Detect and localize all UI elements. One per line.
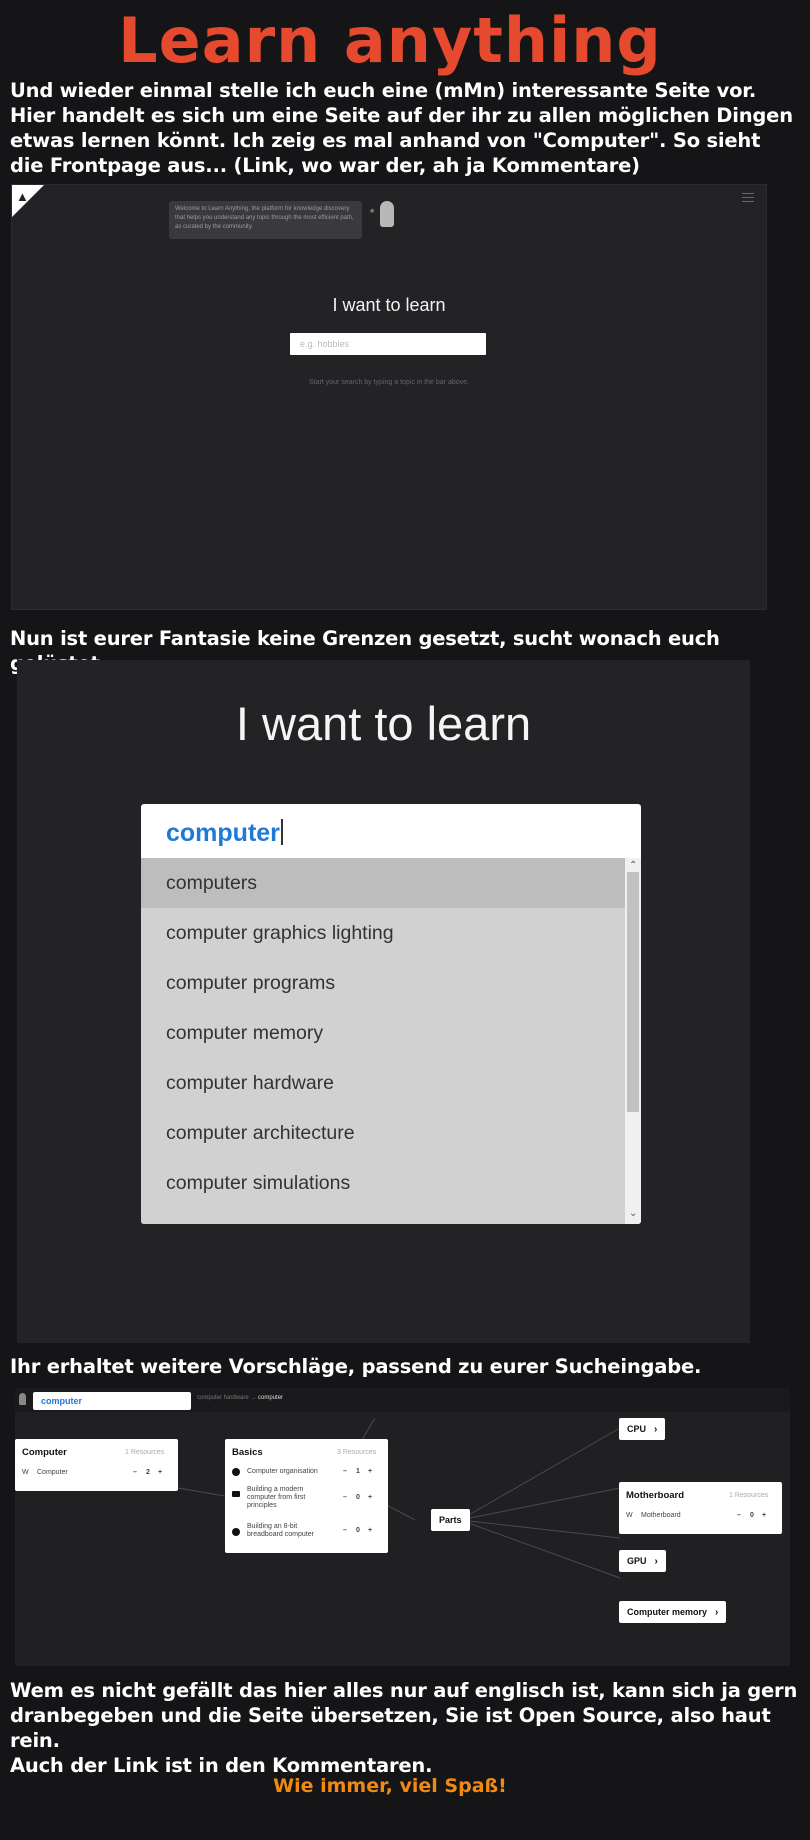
- intro-line: Und wieder einmal stelle ich euch eine (…: [10, 79, 757, 102]
- play-icon: [232, 1468, 240, 1476]
- parts-node[interactable]: Parts: [431, 1509, 470, 1531]
- resource-link[interactable]: Motherboard: [641, 1512, 681, 1519]
- suggestion-item[interactable]: computer architecture: [141, 1108, 625, 1158]
- mascot-icon[interactable]: [19, 1393, 26, 1405]
- intro-line: die Frontpage aus... (Link, wo war der, …: [10, 154, 640, 177]
- upvote-button[interactable]: +: [368, 1527, 372, 1534]
- vote-count: 0: [356, 1494, 360, 1501]
- play-icon: [232, 1528, 240, 1536]
- breadcrumb: computer hardware → computer: [197, 1395, 283, 1401]
- logo-icon: ▲: [16, 189, 29, 204]
- downvote-button[interactable]: –: [133, 1469, 137, 1476]
- search-input[interactable]: computer: [141, 804, 641, 858]
- outro-line: Wem es nicht gefällt das hier alles nur …: [10, 1679, 798, 1702]
- node-label: CPU: [627, 1424, 647, 1434]
- autocomplete-screenshot: I want to learn computer computers compu…: [17, 660, 750, 1343]
- vote-count: 0: [750, 1512, 754, 1519]
- downvote-button[interactable]: –: [737, 1512, 741, 1519]
- resource-count: 3 Resources: [337, 1449, 377, 1456]
- vote-count: 2: [146, 1469, 150, 1476]
- downvote-button[interactable]: –: [343, 1527, 347, 1534]
- vote-count: 1: [356, 1468, 360, 1475]
- search-input[interactable]: computer: [33, 1392, 191, 1410]
- suggestion-item[interactable]: computer hardware: [141, 1058, 625, 1108]
- resource-link[interactable]: Building a modern computer from first pr…: [247, 1486, 332, 1510]
- chevron-right-icon: ›: [654, 1424, 658, 1435]
- intro-line: Hier handelt es sich um eine Seite auf d…: [10, 104, 793, 127]
- wikipedia-icon: W: [626, 1512, 633, 1519]
- upvote-button[interactable]: +: [158, 1469, 162, 1476]
- suggestion-item[interactable]: computers: [141, 858, 625, 908]
- downvote-button[interactable]: –: [343, 1494, 347, 1501]
- resource-count: 1 Resources: [729, 1492, 769, 1499]
- closing-line: Wie immer, viel Spaß!: [273, 1775, 507, 1797]
- intro-text: Und wieder einmal stelle ich euch eine (…: [10, 78, 805, 178]
- caption-suggestions: Ihr erhaltet weitere Vorschläge, passend…: [10, 1355, 702, 1378]
- breadcrumb-current: computer: [258, 1395, 284, 1401]
- basics-card[interactable]: Basics 3 Resources Computer organisation…: [225, 1439, 388, 1553]
- breadcrumb-separator: →: [250, 1395, 257, 1401]
- welcome-notice: Welcome to Learn Anything, the platform …: [169, 201, 362, 239]
- suggestion-item[interactable]: computer graphics lighting: [141, 908, 625, 958]
- suggestion-list: computers computer graphics lighting com…: [141, 858, 625, 1224]
- resource-link[interactable]: Computer organisation: [247, 1468, 332, 1475]
- suggestion-item[interactable]: computer memory: [141, 1008, 625, 1058]
- downvote-button[interactable]: –: [343, 1468, 347, 1475]
- breadcrumb-prev[interactable]: computer hardware: [197, 1395, 249, 1401]
- computer-card[interactable]: Computer 1 Resources W Computer – 2 +: [15, 1439, 178, 1491]
- course-icon: [232, 1491, 240, 1497]
- wikipedia-icon: W: [22, 1469, 29, 1476]
- chevron-right-icon: ›: [654, 1556, 658, 1567]
- suggestion-item[interactable]: computer programs: [141, 958, 625, 1008]
- text-caret: [280, 819, 283, 845]
- search-query: computer: [166, 819, 280, 847]
- scrollbar[interactable]: ⌃ ⌄: [625, 858, 641, 1224]
- resource-link[interactable]: Computer: [37, 1469, 68, 1476]
- resource-count: 1 Resources: [125, 1449, 165, 1456]
- search-dropdown: computer computers computer graphics lig…: [141, 804, 641, 1224]
- scroll-down-icon[interactable]: ⌄: [629, 1208, 637, 1219]
- upvote-button[interactable]: +: [368, 1468, 372, 1475]
- upvote-button[interactable]: +: [368, 1494, 372, 1501]
- upvote-button[interactable]: +: [762, 1512, 766, 1519]
- page-title: Learn anything: [118, 4, 662, 77]
- scroll-up-icon[interactable]: ⌃: [629, 860, 637, 871]
- cpu-node[interactable]: CPU ›: [619, 1418, 666, 1440]
- search-input[interactable]: e.g. hobbies: [290, 333, 486, 355]
- outro-text: Wem es nicht gefällt das hier alles nur …: [10, 1678, 805, 1778]
- learn-heading: I want to learn: [235, 697, 532, 750]
- vote-count: 0: [356, 1527, 360, 1534]
- card-title: Computer: [22, 1447, 67, 1458]
- intro-line: etwas lernen könnt. Ich zeig es mal anha…: [10, 129, 761, 152]
- star-icon: ★: [369, 208, 376, 215]
- menu-icon[interactable]: [742, 193, 754, 205]
- motherboard-card[interactable]: Motherboard 1 Resources W Motherboard – …: [619, 1482, 782, 1534]
- memory-node[interactable]: Computer memory ›: [619, 1601, 727, 1623]
- node-label: Computer memory: [627, 1607, 708, 1617]
- mindmap-screenshot: computer computer hardware → computer Co…: [15, 1388, 790, 1666]
- gpu-node[interactable]: GPU ›: [619, 1550, 666, 1572]
- mascot-icon: [380, 201, 394, 227]
- learn-heading: I want to learn: [332, 295, 446, 315]
- card-title: Basics: [232, 1447, 263, 1458]
- frontpage-screenshot: ▲ Welcome to Learn Anything, the platfor…: [11, 184, 767, 610]
- outro-line: dranbegeben und die Seite übersetzen, Si…: [10, 1704, 771, 1752]
- search-hint: Start your search by typing a topic in t…: [309, 379, 469, 386]
- chevron-right-icon: ›: [715, 1607, 719, 1618]
- resource-link[interactable]: Building an 8-bit breadboard computer: [247, 1523, 332, 1539]
- scrollbar-thumb[interactable]: [627, 872, 639, 1112]
- card-title: Motherboard: [626, 1490, 685, 1501]
- suggestion-item[interactable]: computer simulations: [141, 1158, 625, 1208]
- node-label: GPU: [627, 1556, 647, 1566]
